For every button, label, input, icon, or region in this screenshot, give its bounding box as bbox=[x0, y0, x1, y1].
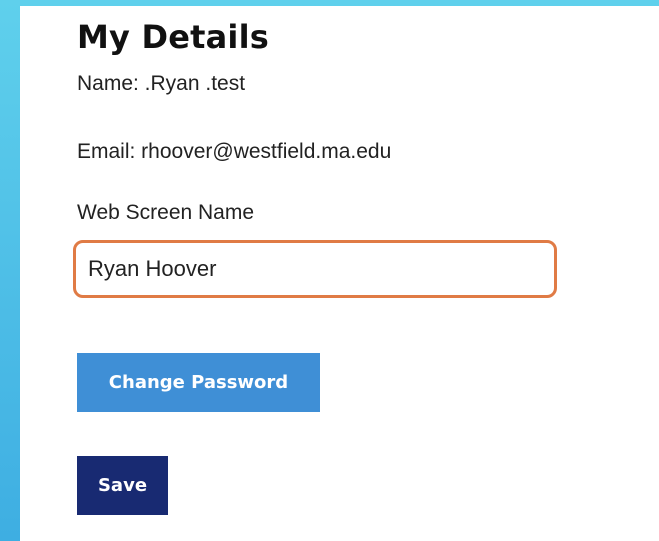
email-text: Email: rhoover@westfield.ma.edu bbox=[77, 140, 392, 163]
page-title: My Details bbox=[77, 18, 269, 56]
my-details-panel: My Details Name: .Ryan .test Email: rhoo… bbox=[20, 6, 659, 541]
save-button[interactable]: Save bbox=[77, 456, 168, 515]
web-screen-name-label: Web Screen Name bbox=[77, 201, 255, 224]
change-password-button[interactable]: Change Password bbox=[77, 353, 320, 412]
web-screen-name-input[interactable] bbox=[88, 243, 543, 295]
web-screen-name-field[interactable] bbox=[73, 240, 557, 298]
name-text: Name: .Ryan .test bbox=[77, 72, 246, 95]
